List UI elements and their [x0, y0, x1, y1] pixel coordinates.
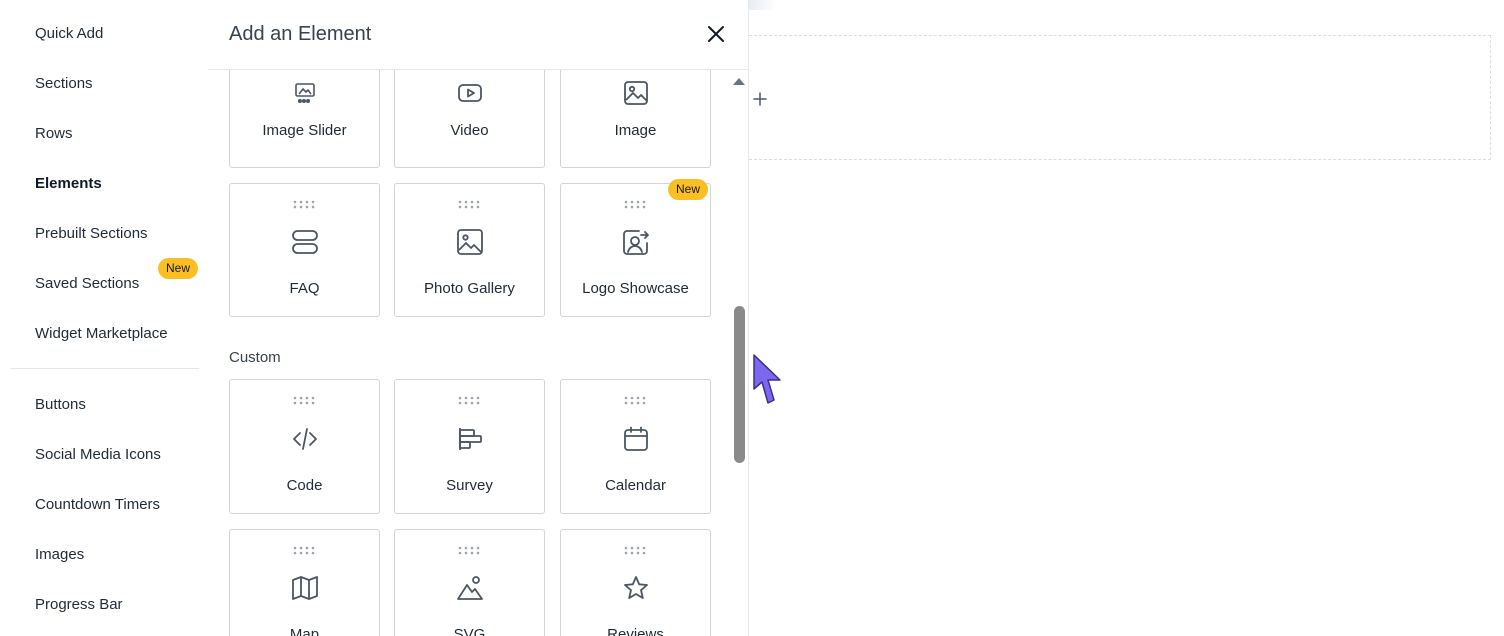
sidebar-item-images[interactable]: Images — [35, 546, 84, 564]
element-card-image-slider[interactable]: Image Slider — [229, 70, 380, 168]
section-label-custom: Custom — [229, 349, 281, 366]
element-card-faq[interactable]: FAQ — [229, 183, 380, 317]
image-icon — [623, 80, 649, 106]
sidebar-item-buttons[interactable]: Buttons — [35, 396, 86, 414]
drag-handle-icon[interactable] — [293, 200, 317, 209]
panel-header: Add an Element — [208, 0, 748, 70]
element-card-label: Photo Gallery — [424, 280, 515, 297]
element-card-label: FAQ — [289, 280, 320, 297]
element-card-label: Survey — [446, 477, 493, 494]
drag-handle-icon[interactable] — [624, 200, 648, 209]
calendar-icon — [623, 426, 649, 452]
sidebar-item-countdown-timers[interactable]: Countdown Timers — [35, 496, 160, 514]
sidebar-item-prebuilt-sections[interactable]: Prebuilt Sections — [35, 225, 148, 243]
sidebar-divider — [10, 368, 199, 369]
photo-gallery-icon — [457, 229, 483, 255]
element-card-survey[interactable]: Survey — [394, 379, 545, 514]
element-card-label: Map — [289, 626, 320, 636]
image-slider-icon — [292, 80, 318, 106]
add-element-panel: Add an Element Image Slider Video Image — [208, 0, 749, 636]
drag-handle-icon[interactable] — [293, 396, 317, 405]
drag-handle-icon[interactable] — [458, 396, 482, 405]
element-card-label: Image Slider — [262, 122, 347, 139]
element-card-label: Code — [286, 477, 323, 494]
element-card-video[interactable]: Video — [394, 70, 545, 168]
panel-title: Add an Element — [229, 23, 372, 45]
drag-handle-icon[interactable] — [293, 546, 317, 555]
code-icon — [292, 426, 318, 452]
element-card-image[interactable]: Image — [560, 70, 711, 168]
map-icon — [292, 575, 318, 601]
element-card-code[interactable]: Code — [229, 379, 380, 514]
survey-icon — [457, 426, 483, 452]
element-card-reviews[interactable]: Reviews — [560, 529, 711, 636]
mouse-cursor-icon — [752, 353, 784, 405]
sidebar-nav: Quick Add Sections Rows Elements Prebuil… — [0, 0, 208, 636]
element-card-label: Image — [614, 122, 657, 139]
element-card-logo-showcase[interactable]: New Logo Showcase — [560, 179, 711, 317]
element-card-label: Reviews — [607, 626, 664, 636]
element-card-label: SVG — [453, 626, 486, 636]
scroll-up-arrow[interactable] — [732, 76, 746, 86]
sidebar-item-saved-sections[interactable]: Saved Sections — [35, 275, 139, 293]
drag-handle-icon[interactable] — [458, 200, 482, 209]
sidebar-item-progress-bar[interactable]: Progress Bar — [35, 596, 123, 614]
video-icon — [457, 80, 483, 106]
scrollbar-thumb[interactable] — [734, 306, 745, 463]
element-grid: Image Slider Video Image FAQ Photo Galle… — [208, 70, 748, 636]
faq-icon — [292, 229, 318, 255]
close-icon[interactable] — [704, 22, 728, 46]
sidebar-item-social-media-icons[interactable]: Social Media Icons — [35, 446, 161, 464]
sidebar-item-quick-add[interactable]: Quick Add — [35, 25, 103, 43]
new-badge: New — [668, 179, 709, 200]
new-badge: New — [158, 258, 199, 279]
sidebar-item-elements[interactable]: Elements — [35, 175, 102, 193]
element-card-calendar[interactable]: Calendar — [560, 379, 711, 514]
star-icon — [623, 575, 649, 601]
canvas-edge-shade — [749, 0, 777, 10]
drag-handle-icon[interactable] — [458, 546, 482, 555]
sidebar-item-sections[interactable]: Sections — [35, 75, 93, 93]
drag-handle-icon[interactable] — [624, 546, 648, 555]
element-card-label: Logo Showcase — [582, 280, 689, 297]
element-card-photo-gallery[interactable]: Photo Gallery — [394, 183, 545, 317]
plus-icon[interactable] — [751, 90, 769, 108]
sidebar-item-rows[interactable]: Rows — [35, 125, 73, 143]
element-card-map[interactable]: Map — [229, 529, 380, 636]
builder-canvas — [749, 0, 1504, 636]
sidebar-item-widget-marketplace[interactable]: Widget Marketplace — [35, 325, 168, 343]
element-card-label: Video — [450, 122, 489, 139]
svg-icon — [457, 575, 483, 601]
element-card-label: Calendar — [605, 477, 666, 494]
empty-section-dropzone[interactable] — [749, 35, 1491, 160]
drag-handle-icon[interactable] — [624, 396, 648, 405]
element-card-svg[interactable]: SVG — [394, 529, 545, 636]
logo-showcase-icon — [623, 229, 649, 255]
